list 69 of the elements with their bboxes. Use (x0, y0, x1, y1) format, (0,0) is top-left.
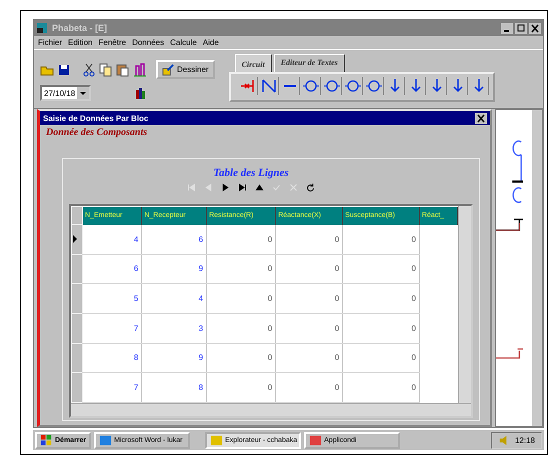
draw-button[interactable]: Dessiner (156, 60, 215, 79)
circuit-element-icon[interactable] (302, 77, 321, 95)
table-cell: 0 (276, 343, 343, 373)
table-cell: 0 (342, 313, 420, 344)
menu-item[interactable]: Données (132, 38, 164, 47)
menu-item[interactable]: Fichier (38, 38, 62, 47)
restore-icon[interactable] (515, 22, 527, 34)
table-cell: 9 (142, 343, 207, 373)
circuit-element-icon[interactable] (322, 77, 342, 95)
table-cell: 0 (276, 284, 343, 314)
vertical-scrollbar[interactable] (532, 110, 542, 426)
horizontal-scrollbar[interactable] (71, 403, 471, 416)
app-icon (36, 22, 48, 34)
child-window-title: Saisie de Données Par Bloc (43, 114, 148, 122)
circuit-element-icon[interactable] (238, 77, 258, 95)
table-title: Table des Lignes (213, 167, 289, 179)
window-title: Phabeta - [E] (52, 23, 108, 33)
table-cell: 5 (82, 284, 142, 314)
section-heading: Donnée des Composants (46, 127, 148, 138)
table-cell: 0 (342, 343, 420, 373)
clock: 12:18 (514, 436, 535, 444)
table-cell: 9 (142, 254, 207, 284)
table-cell: 0 (342, 284, 420, 314)
row-indicator[interactable] (72, 224, 82, 254)
table-cell: 0 (206, 343, 276, 373)
table-cell: 4 (142, 284, 207, 314)
navigator-refresh-icon[interactable] (306, 183, 315, 192)
minimize-icon[interactable] (501, 22, 513, 34)
date-dropdown[interactable]: 27/10/18 (40, 85, 92, 101)
circuit-element-icon[interactable] (344, 77, 363, 95)
copy-icon[interactable] (99, 62, 113, 76)
table-cell: 4 (82, 224, 142, 254)
table-cell: 8 (82, 343, 142, 373)
table-cell: 0 (342, 224, 420, 254)
app-icon (99, 434, 112, 446)
pillar-icon[interactable] (133, 62, 147, 76)
tab[interactable]: Circuit (234, 54, 272, 72)
menu-item[interactable]: Edition (68, 38, 92, 47)
table-cell: 0 (206, 284, 276, 314)
app-icon (309, 434, 322, 446)
table-cell: 0 (342, 254, 420, 284)
navigator-next-icon[interactable] (221, 183, 230, 192)
table-cell: 0 (276, 313, 343, 344)
table-cell: 3 (142, 313, 207, 344)
table-cell: 0 (206, 224, 276, 254)
table-cell: 0 (276, 224, 343, 254)
close-icon[interactable] (475, 112, 487, 124)
navigator-last-icon[interactable] (238, 183, 247, 192)
table-cell: 0 (276, 254, 343, 284)
pencil-icon (162, 63, 175, 76)
table-cell: 6 (82, 254, 142, 284)
windows-logo-icon (40, 434, 53, 446)
table-cell: 6 (142, 224, 207, 254)
save-icon[interactable] (57, 62, 71, 76)
scissors-icon[interactable] (82, 62, 96, 76)
table-cell: 7 (82, 313, 142, 344)
vertical-scrollbar[interactable] (458, 206, 471, 403)
menu-item[interactable]: Calcule (170, 38, 197, 47)
table-cell: 0 (206, 313, 276, 344)
circuit-element-icon[interactable] (364, 77, 384, 95)
paste-icon[interactable] (116, 62, 130, 76)
current-row-icon (72, 234, 78, 244)
menu-item[interactable]: Aide (202, 38, 219, 47)
app-icon (210, 434, 224, 446)
navigator-insert-icon[interactable] (255, 183, 264, 192)
circuit-element-icon[interactable] (260, 77, 279, 95)
menu-item[interactable]: Fenêtre (98, 38, 126, 47)
table-cell: 0 (206, 254, 276, 284)
close-icon[interactable] (529, 22, 541, 34)
